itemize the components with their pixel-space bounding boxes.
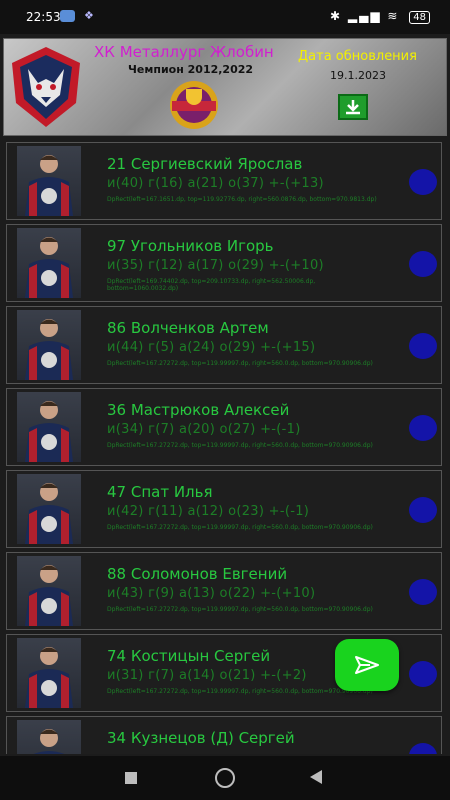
player-action-button[interactable]	[409, 661, 437, 687]
player-photo	[17, 146, 81, 216]
player-card[interactable]: 21 Сергиевский Ярослав и(40) г(16) а(21) …	[6, 142, 442, 220]
player-action-button[interactable]	[409, 415, 437, 441]
player-photo	[17, 474, 81, 544]
update-date: 19.1.2023	[330, 69, 386, 82]
player-name: 74 Костицын Сергей	[107, 647, 271, 665]
notification-icon: ❖	[84, 9, 94, 22]
player-card[interactable]: 47 Спат Илья и(42) г(11) а(12) о(23) +-(-…	[6, 470, 442, 548]
download-button[interactable]	[338, 94, 368, 120]
recents-icon[interactable]	[125, 772, 137, 784]
player-stats: и(43) г(9) а(13) о(22) +-(+10)	[107, 586, 316, 601]
send-icon	[355, 656, 379, 674]
chat-icon	[60, 10, 75, 22]
player-name: 34 Кузнецов (Д) Сергей	[107, 729, 295, 747]
bluetooth-icon: ✱	[329, 9, 343, 23]
player-photo	[17, 310, 81, 380]
battery-icon: 48	[409, 11, 430, 24]
player-name: 36 Мастрюков Алексей	[107, 401, 290, 419]
player-photo	[17, 720, 81, 754]
player-debug-rect: DpRect(left=169.74402.dp, top=209.10733.…	[107, 278, 316, 292]
player-photo	[17, 228, 81, 298]
signal-icon: ▂▄▆	[347, 9, 382, 23]
header-subtitle: Чемпион 2012,2022	[128, 63, 254, 76]
system-nav-bar	[0, 756, 450, 800]
player-debug-rect: DpRect(left=167.27272.dp, top=119.99997.…	[107, 442, 373, 449]
player-name: 86 Волченков Артем	[107, 319, 269, 337]
player-card[interactable]: 88 Соломонов Евгений и(43) г(9) а(13) о(2…	[6, 552, 442, 630]
team-logo	[12, 47, 80, 127]
player-stats: и(42) г(11) а(12) о(23) +-(-1)	[107, 504, 310, 519]
back-icon[interactable]	[310, 770, 322, 784]
player-action-button[interactable]	[409, 169, 437, 195]
download-icon	[346, 100, 360, 115]
champion-badge	[170, 81, 218, 129]
player-action-button[interactable]	[409, 743, 437, 754]
wifi-icon: ≋	[387, 9, 400, 23]
player-debug-rect: DpRect(left=167.27272.dp, top=119.99997.…	[107, 606, 373, 613]
player-stats: и(34) г(7) а(20) о(27) +-(-1)	[107, 422, 301, 437]
player-photo	[17, 392, 81, 462]
header-banner: ХК Металлург Жлобин Чемпион 2012,2022 Да…	[3, 38, 447, 136]
player-stats: и(44) г(5) а(24) о(29) +-(+15)	[107, 340, 316, 355]
send-fab-button[interactable]	[335, 639, 399, 691]
player-card[interactable]: 36 Мастрюков Алексей и(34) г(7) а(20) о(2…	[6, 388, 442, 466]
player-name: 47 Спат Илья	[107, 483, 213, 501]
player-action-button[interactable]	[409, 579, 437, 605]
player-action-button[interactable]	[409, 497, 437, 523]
status-right-icons: ✱ ▂▄▆ ≋ 48	[330, 9, 430, 24]
player-card[interactable]: 97 Угольников Игорь и(35) г(12) а(17) о(2…	[6, 224, 442, 302]
player-stats: и(40) г(16) а(21) о(37) +-(+13)	[107, 176, 324, 191]
player-name: 21 Сергиевский Ярослав	[107, 155, 303, 173]
player-debug-rect: DpRect(left=167.27272.dp, top=119.99997.…	[107, 688, 373, 695]
player-debug-rect: DpRect(left=167.27272.dp, top=119.99997.…	[107, 360, 373, 367]
player-photo	[17, 638, 81, 708]
player-card[interactable]: 86 Волченков Артем и(44) г(5) а(24) о(29)…	[6, 306, 442, 384]
status-bar: 22:53 ❖ ✱ ▂▄▆ ≋ 48	[0, 0, 450, 34]
player-card[interactable]: 34 Кузнецов (Д) Сергей	[6, 716, 442, 754]
player-stats: и(35) г(12) а(17) о(29) +-(+10)	[107, 258, 324, 273]
player-photo	[17, 556, 81, 626]
player-action-button[interactable]	[409, 333, 437, 359]
player-debug-rect: DpRect(left=167.27272.dp, top=119.99997.…	[107, 524, 373, 531]
header-title: ХК Металлург Жлобин	[94, 43, 274, 61]
player-name: 88 Соломонов Евгений	[107, 565, 288, 583]
player-name: 97 Угольников Игорь	[107, 237, 274, 255]
player-action-button[interactable]	[409, 251, 437, 277]
update-label: Дата обновления	[298, 49, 417, 64]
player-debug-rect: DpRect(left=167.1651.dp, top=119.92776.d…	[107, 196, 377, 203]
home-icon[interactable]	[215, 768, 235, 788]
player-stats: и(31) г(7) а(14) о(21) +-(+2)	[107, 668, 307, 683]
status-time: 22:53	[26, 10, 61, 24]
